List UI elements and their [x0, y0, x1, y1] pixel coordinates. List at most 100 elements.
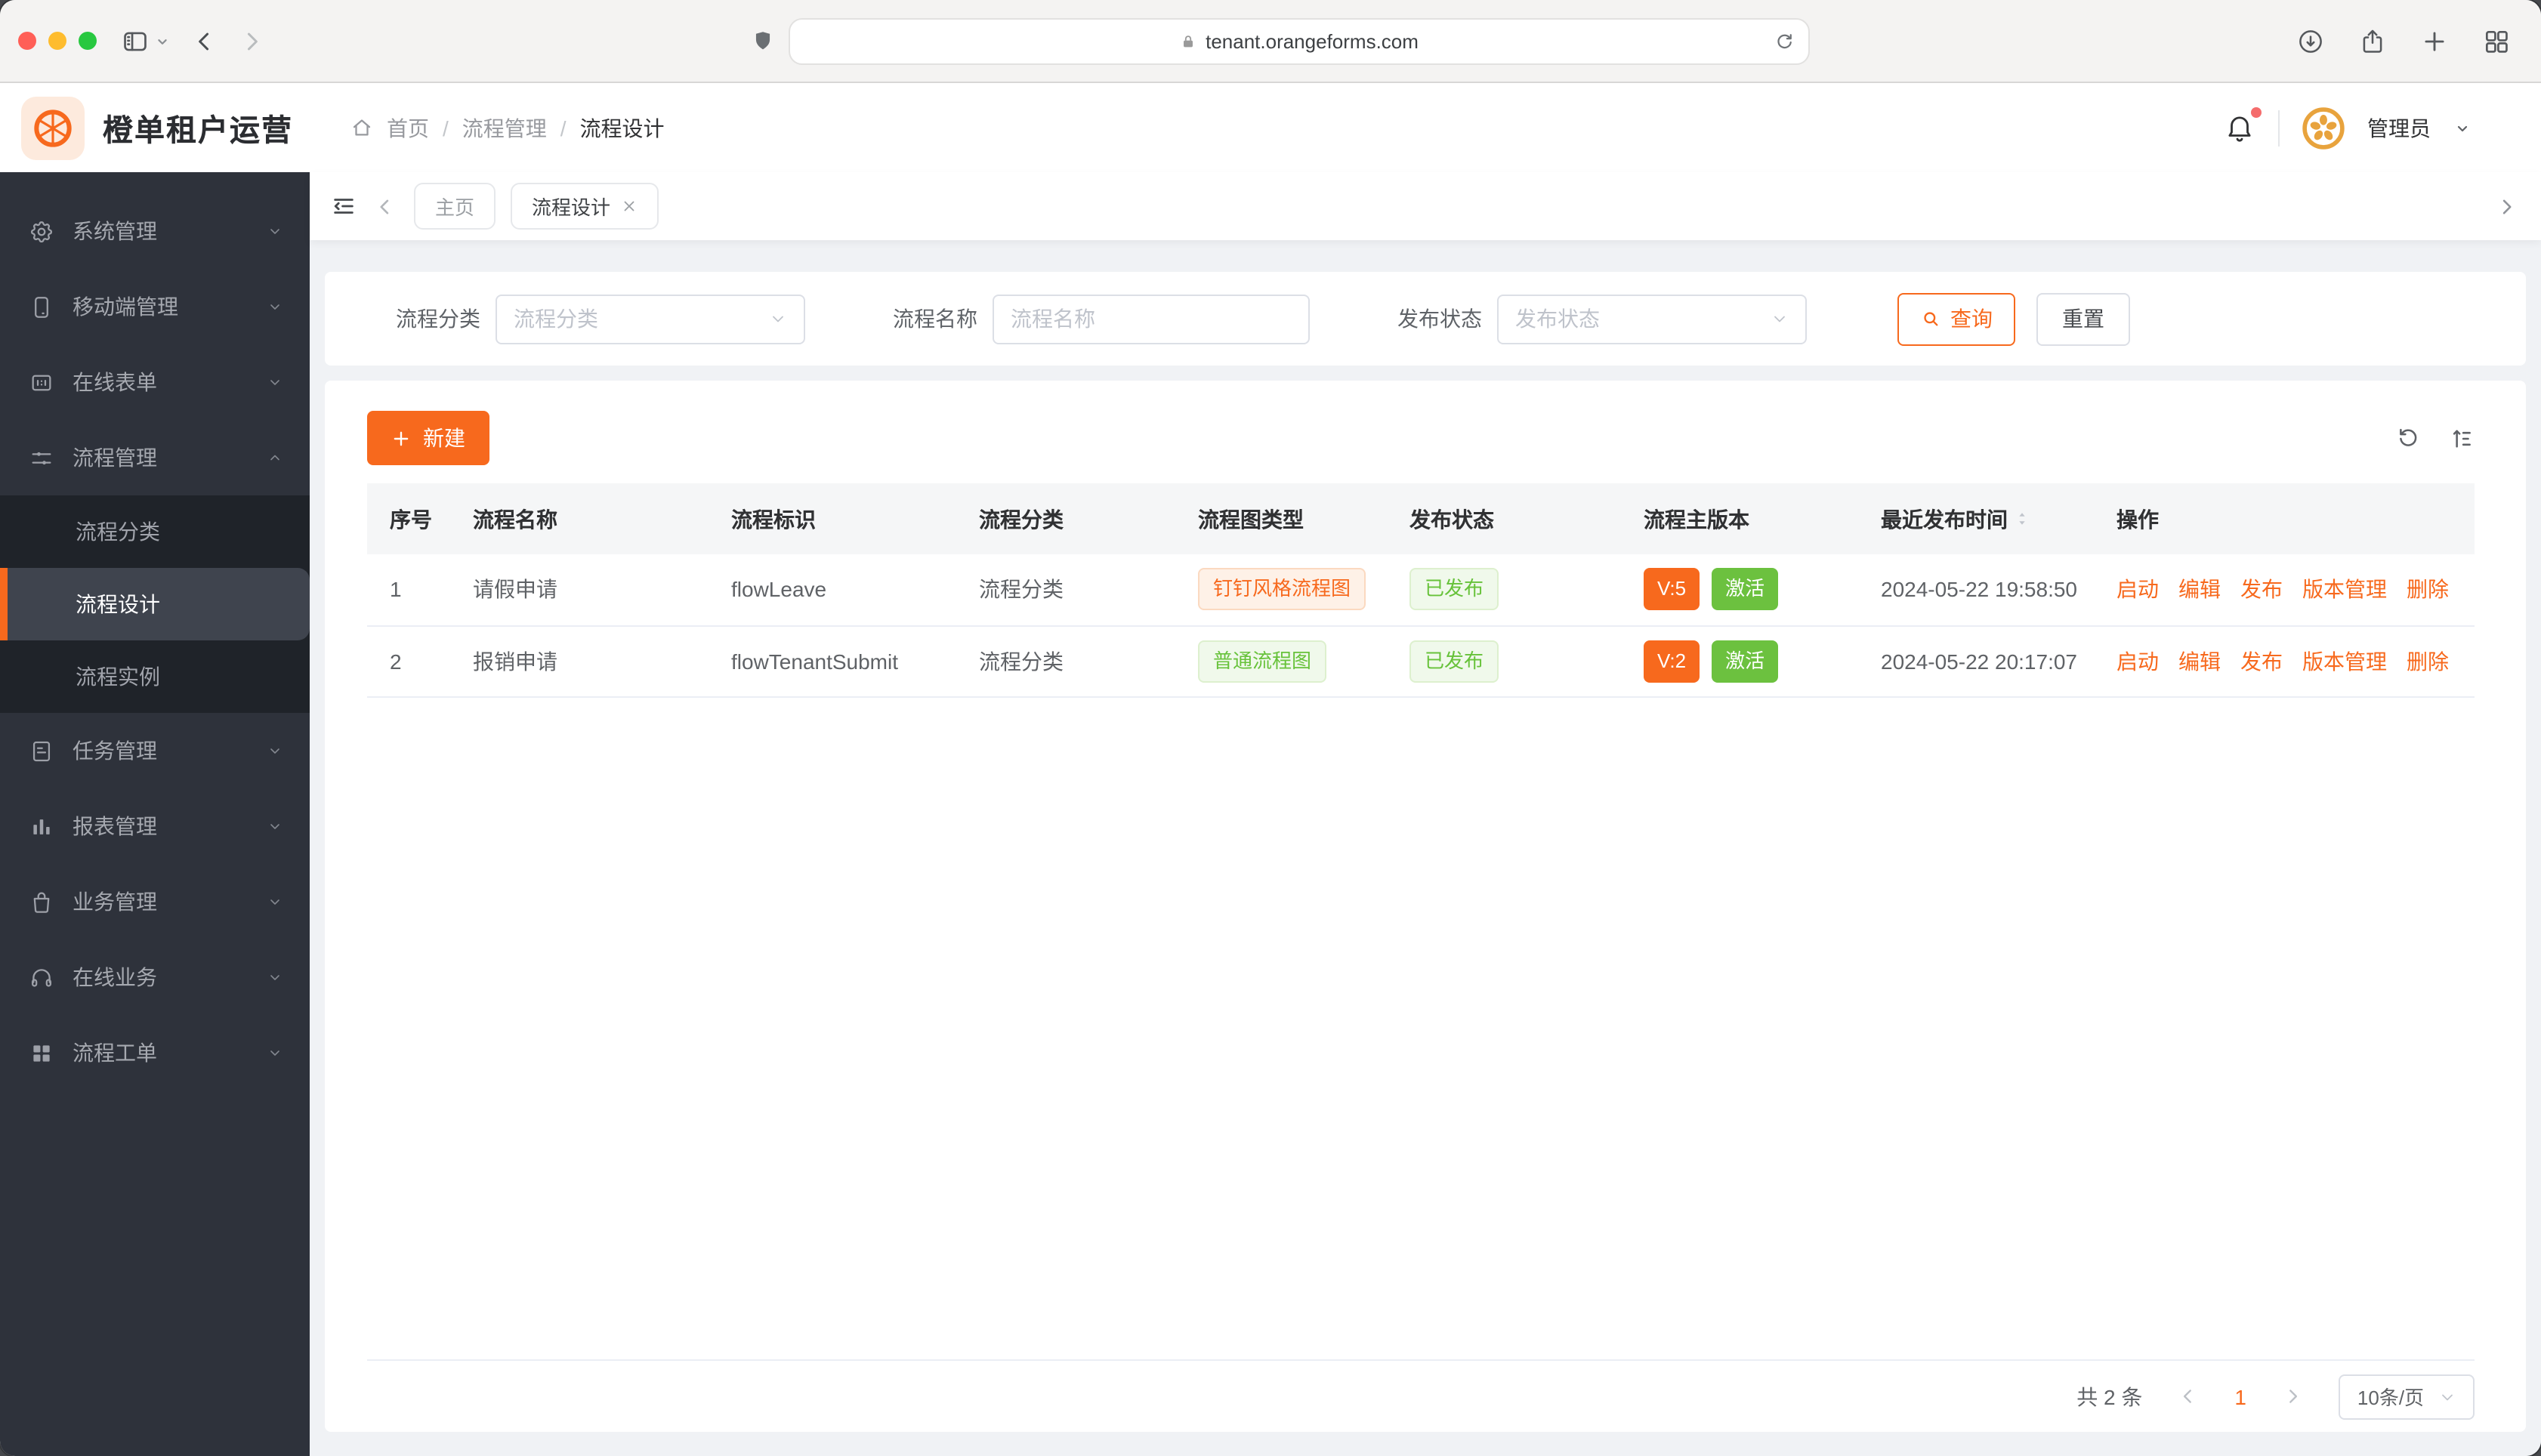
column-header-label: 流程分类 — [979, 507, 1064, 531]
sidebar-subitem-2[interactable]: 流程实例 — [0, 640, 310, 713]
tab-1[interactable]: 流程设计 — [511, 183, 659, 230]
notifications-button[interactable] — [2224, 107, 2262, 143]
sidebar-item-4[interactable]: 任务管理 — [0, 713, 310, 788]
headset-icon — [31, 968, 52, 986]
address-bar[interactable]: tenant.orangeforms.com — [789, 17, 1810, 64]
cell-diagram-type: 普通流程图 — [1175, 625, 1387, 697]
back-button-icon[interactable] — [192, 28, 218, 54]
cell-actions: 启动 编辑 发布 版本管理 删除 — [2094, 554, 2475, 626]
sidebar-subitem-1[interactable]: 流程设计 — [0, 568, 310, 640]
filter-name-label: 流程名称 — [893, 307, 977, 331]
pagination: 共 2 条 1 10条/页 — [367, 1361, 2475, 1432]
row-action-3[interactable]: 版本管理 — [2302, 649, 2387, 673]
column-header-0: 序号 — [367, 483, 450, 554]
breadcrumb-section[interactable]: 流程管理 — [462, 113, 547, 143]
sidebar-item-8[interactable]: 流程工单 — [0, 1015, 310, 1090]
tabs-scroll-left-icon[interactable] — [375, 196, 396, 217]
tab-close-icon[interactable] — [621, 198, 638, 214]
refresh-icon[interactable] — [2396, 425, 2422, 451]
cell-process-name: 报销申请 — [450, 625, 709, 697]
tab-overview-icon[interactable] — [2482, 26, 2511, 55]
column-header-label: 流程主版本 — [1644, 507, 1749, 531]
column-header-7[interactable]: 最近发布时间 — [1858, 483, 2094, 554]
filter-status-select[interactable]: 发布状态 — [1497, 294, 1807, 344]
avatar[interactable] — [2302, 106, 2345, 149]
row-action-1[interactable]: 编辑 — [2178, 578, 2221, 602]
create-button[interactable]: 新建 — [367, 411, 489, 465]
filter-name-input[interactable] — [1011, 307, 1292, 331]
cell-process-key: flowLeave — [709, 554, 956, 626]
query-button[interactable]: 查询 — [1897, 292, 2015, 345]
tabs-scroll-right-icon[interactable] — [2496, 196, 2517, 217]
page-size-select[interactable]: 10条/页 — [2339, 1374, 2475, 1419]
browser-window: tenant.orangeforms.com 橙单租户运营 首页 / 流程管理 … — [0, 0, 2541, 1456]
sidebar-item-6[interactable]: 业务管理 — [0, 864, 310, 939]
pagination-prev-icon[interactable] — [2178, 1387, 2198, 1406]
column-header-5: 发布状态 — [1387, 483, 1621, 554]
sort-caret-icon[interactable] — [2014, 506, 2030, 532]
sidebar-item-7[interactable]: 在线业务 — [0, 939, 310, 1015]
column-header-2: 流程标识 — [709, 483, 956, 554]
cell-category: 流程分类 — [956, 625, 1175, 697]
column-header-label: 序号 — [390, 507, 432, 531]
column-header-4: 流程图类型 — [1175, 483, 1387, 554]
zoom-window-button[interactable] — [79, 32, 97, 50]
breadcrumb: 首页 / 流程管理 / 流程设计 — [350, 113, 665, 143]
tab-0[interactable]: 主页 — [414, 183, 496, 230]
row-action-4[interactable]: 删除 — [2407, 649, 2449, 673]
reset-button[interactable]: 重置 — [2036, 292, 2130, 345]
sidebar-item-1[interactable]: 移动端管理 — [0, 269, 310, 344]
row-action-4[interactable]: 删除 — [2407, 578, 2449, 602]
row-action-2[interactable]: 发布 — [2240, 578, 2283, 602]
sidebar-chevron-down-icon[interactable] — [154, 32, 171, 49]
user-menu-chevron-down-icon[interactable] — [2453, 119, 2472, 137]
reload-icon[interactable] — [1774, 31, 1795, 52]
column-header-3: 流程分类 — [956, 483, 1175, 554]
row-action-0[interactable]: 启动 — [2116, 649, 2159, 673]
row-action-3[interactable]: 版本管理 — [2302, 578, 2387, 602]
sidebar-item-label: 业务管理 — [73, 890, 157, 914]
minimize-window-button[interactable] — [48, 32, 66, 50]
sidebar-item-0[interactable]: 系统管理 — [0, 193, 310, 269]
reset-button-label: 重置 — [2062, 307, 2104, 331]
new-tab-icon[interactable] — [2420, 26, 2449, 55]
active-tag: 激活 — [1712, 640, 1779, 682]
tab-list-icon[interactable] — [331, 193, 357, 219]
sidebar-subitem-0[interactable]: 流程分类 — [0, 495, 310, 568]
close-window-button[interactable] — [18, 32, 36, 50]
breadcrumb-home[interactable]: 首页 — [387, 113, 429, 143]
share-icon[interactable] — [2358, 26, 2387, 55]
sidebar-item-5[interactable]: 报表管理 — [0, 788, 310, 864]
create-button-label: 新建 — [423, 426, 465, 450]
row-action-0[interactable]: 启动 — [2116, 578, 2159, 602]
page-size-value: 10条/页 — [2357, 1387, 2425, 1409]
downloads-icon[interactable] — [2296, 26, 2325, 55]
privacy-shield-icon[interactable] — [751, 29, 775, 53]
filter-category-select[interactable]: 流程分类 — [496, 294, 805, 344]
pagination-next-icon[interactable] — [2283, 1387, 2302, 1406]
sidebar-item-label: 报表管理 — [73, 814, 157, 838]
version-tag: V:5 — [1644, 568, 1700, 611]
cell-publish-status: 已发布 — [1387, 554, 1621, 626]
sidebar-item-2[interactable]: 在线表单 — [0, 344, 310, 420]
forward-button-icon[interactable] — [239, 28, 264, 54]
sidebar-item-3[interactable]: 流程管理 — [0, 420, 310, 495]
select-chevron-down-icon — [2441, 1393, 2452, 1400]
row-action-2[interactable]: 发布 — [2240, 649, 2283, 673]
orange-logo-icon — [34, 109, 72, 147]
table-row: 1 请假申请 flowLeave 流程分类 钉钉风格流程图 已发布 V:5 激活 2024-05… — [367, 554, 2475, 626]
column-header-label: 流程图类型 — [1198, 507, 1304, 531]
filter-name-field — [993, 294, 1310, 344]
row-action-1[interactable]: 编辑 — [2178, 649, 2221, 673]
column-settings-icon[interactable] — [2449, 425, 2475, 451]
home-icon — [353, 119, 371, 136]
breadcrumb-current: 流程设计 — [579, 116, 665, 140]
user-name[interactable]: 管理员 — [2367, 113, 2431, 143]
pagination-page-1[interactable]: 1 — [2234, 1384, 2246, 1408]
cell-published-at: 2024-05-22 20:17:07 — [1858, 625, 2094, 697]
filter-status-label: 发布状态 — [1397, 307, 1482, 331]
sidebar-item-label: 流程管理 — [73, 446, 157, 470]
sidebar-toggle-icon[interactable] — [121, 26, 150, 55]
chevron-down-icon — [270, 380, 279, 385]
pagination-total: 共 2 条 — [2076, 1384, 2143, 1408]
